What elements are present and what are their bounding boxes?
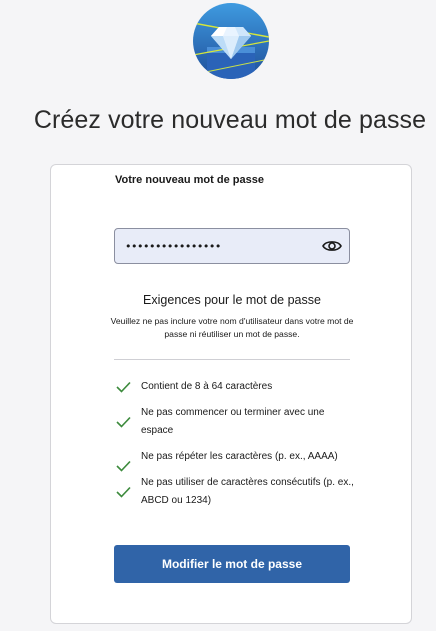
requirement-item: Ne pas commencer ou terminer avec une es… — [115, 404, 355, 440]
check-icon — [116, 460, 131, 472]
requirements-description: Veuillez ne pas inclure votre nom d'util… — [110, 316, 354, 339]
check-icon — [116, 486, 131, 498]
page-title: Créez votre nouveau mot de passe — [33, 106, 427, 134]
diamond-logo-icon — [193, 3, 269, 79]
check-icon — [116, 381, 131, 393]
password-input[interactable] — [115, 229, 305, 263]
requirement-item: Contient de 8 à 64 caractères — [115, 378, 355, 396]
requirement-label: Ne pas répéter les caractères (p. ex., A… — [141, 451, 338, 462]
requirement-label: Ne pas utiliser de caractères consécutif… — [141, 477, 354, 506]
check-icon — [116, 416, 131, 428]
submit-button[interactable]: Modifier le mot de passe — [114, 545, 350, 583]
password-card: Votre nouveau mot de passe Exigences pou… — [50, 164, 412, 624]
eye-icon[interactable] — [321, 236, 343, 256]
divider — [114, 359, 350, 360]
requirement-label: Contient de 8 à 64 caractères — [141, 381, 273, 392]
requirements-title: Exigences pour le mot de passe — [143, 293, 321, 307]
password-label: Votre nouveau mot de passe — [115, 174, 264, 186]
password-field[interactable] — [114, 228, 350, 264]
requirement-item: Ne pas utiliser de caractères consécutif… — [115, 474, 355, 510]
requirement-label: Ne pas commencer ou terminer avec une es… — [141, 407, 325, 436]
requirement-item: Ne pas répéter les caractères (p. ex., A… — [115, 448, 355, 472]
requirements-list: Contient de 8 à 64 caractères Ne pas com… — [115, 378, 355, 510]
